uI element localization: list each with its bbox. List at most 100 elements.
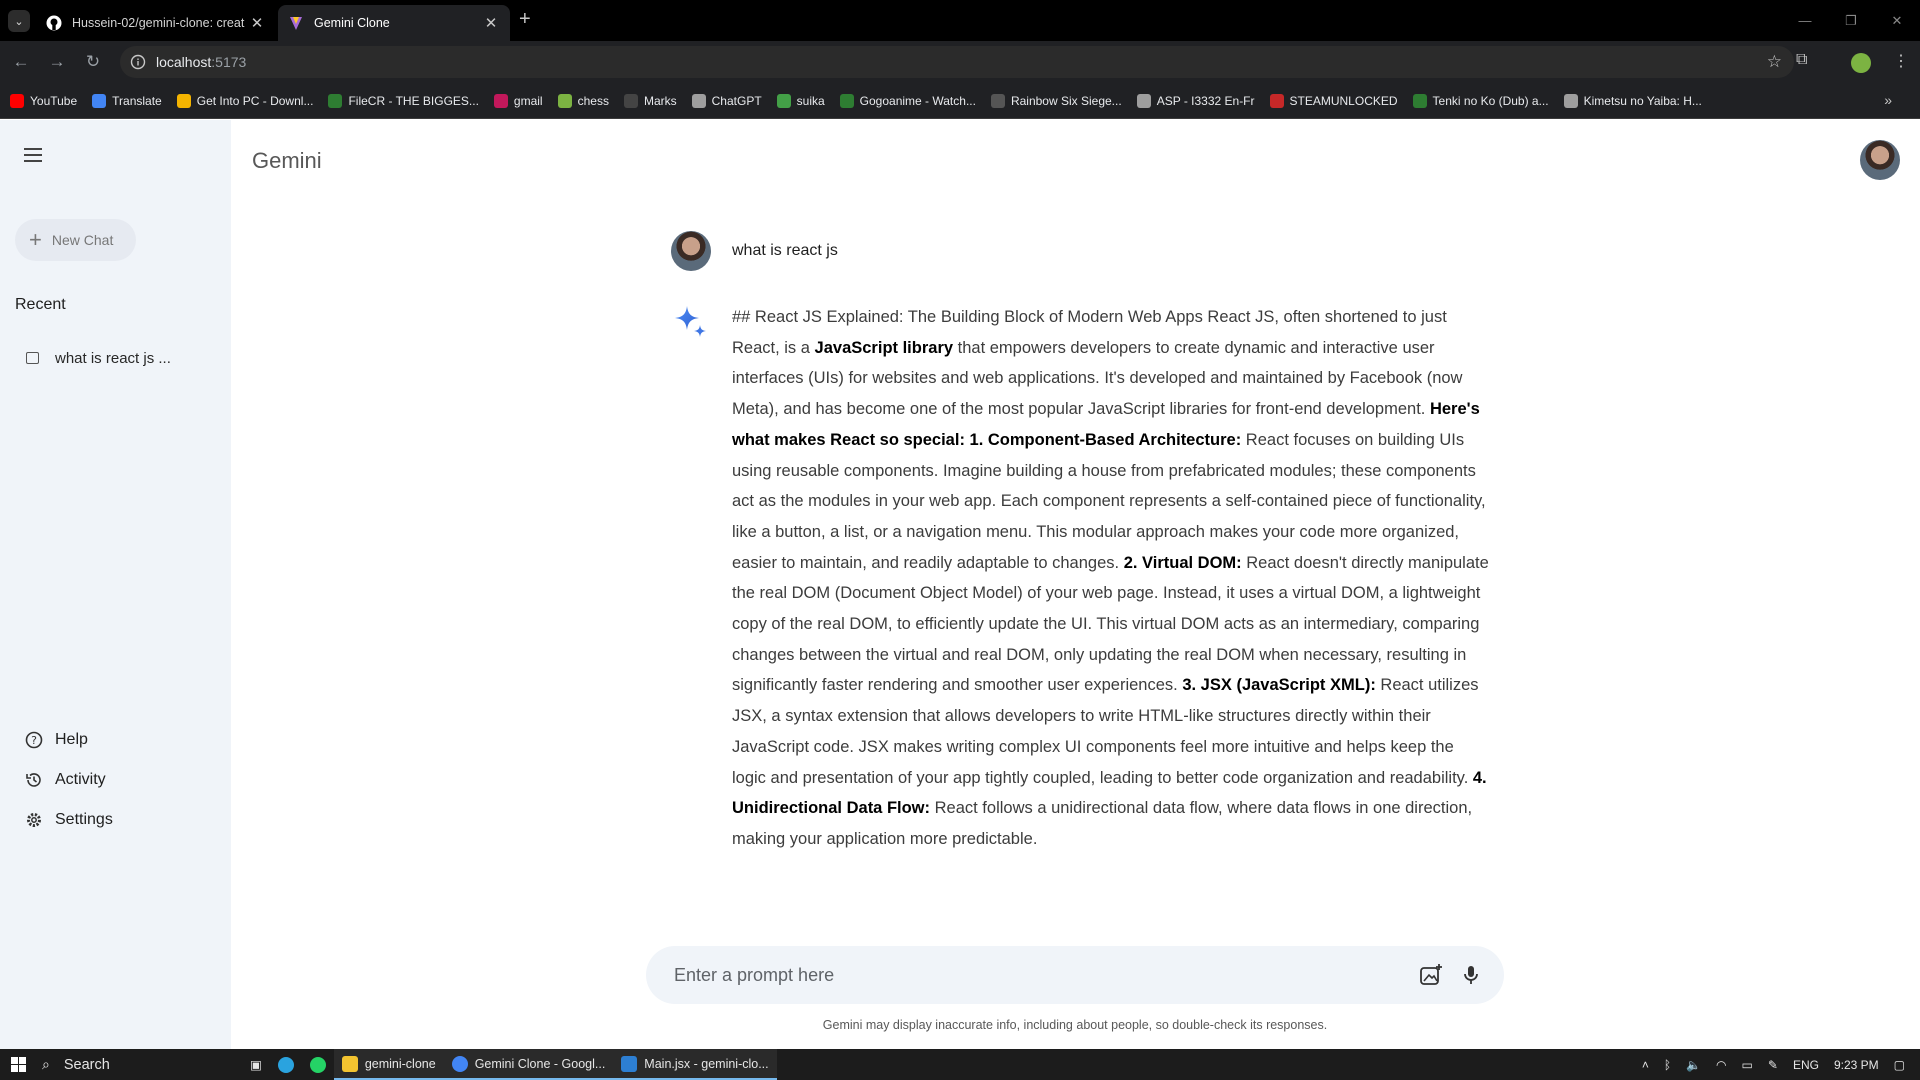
bookmark-label: ASP - I3332 En-Fr	[1156, 93, 1255, 108]
avatar	[671, 231, 711, 271]
close-icon[interactable]: ✕	[248, 14, 266, 32]
pen-icon[interactable]: ✎	[1768, 1058, 1778, 1072]
bookmark-item[interactable]: YouTube	[10, 93, 78, 108]
chevron-up-icon[interactable]: ˄	[1642, 1058, 1649, 1072]
response-bold-text: JavaScript library	[814, 338, 954, 357]
bookmark-star-icon[interactable]: ☆	[1767, 52, 1782, 72]
bookmark-item[interactable]: suika	[776, 93, 825, 108]
bookmark-favicon-icon	[776, 93, 791, 108]
close-icon[interactable]: ✕	[482, 14, 500, 32]
gemini-response: ## React JS Explained: The Building Bloc…	[671, 302, 1491, 855]
bookmark-favicon-icon	[1412, 93, 1427, 108]
bookmark-label: Get Into PC - Downl...	[196, 93, 314, 108]
user-prompt-text: what is react js	[732, 242, 838, 259]
bookmark-favicon-icon	[10, 93, 24, 108]
prompt-bar	[646, 946, 1504, 1004]
bluetooth-icon[interactable]: ᛒ	[1664, 1058, 1671, 1072]
new-chat-button[interactable]: + New Chat	[15, 219, 136, 261]
bookmark-item[interactable]: Gogoanime - Watch...	[839, 93, 976, 108]
activity-label: Activity	[55, 771, 106, 788]
user-avatar[interactable]	[1860, 140, 1900, 180]
taskbar-app-explorer[interactable]: gemini-clone	[333, 1049, 444, 1080]
help-button[interactable]: ? Help	[25, 724, 215, 756]
recent-entry[interactable]: what is react js ...	[15, 340, 215, 376]
bookmark-item[interactable]: STEAMUNLOCKED	[1269, 93, 1398, 108]
main-panel: Gemini what is react js ## React JS Expl…	[231, 120, 1920, 1049]
bookmark-item[interactable]: chess	[557, 93, 609, 108]
bookmark-favicon-icon	[92, 93, 107, 108]
bookmark-favicon-icon	[1136, 93, 1151, 108]
clock[interactable]: 9:23 PM	[1834, 1058, 1879, 1072]
image-upload-icon[interactable]	[1418, 962, 1444, 988]
more-bookmarks-icon[interactable]: »	[1884, 92, 1892, 108]
chrome-icon	[451, 1055, 468, 1072]
bookmark-favicon-icon	[1269, 93, 1284, 108]
new-chat-label: New Chat	[51, 232, 114, 248]
language-indicator[interactable]: ENG	[1793, 1058, 1819, 1072]
bookmark-favicon-icon	[328, 93, 343, 108]
github-icon	[46, 15, 62, 31]
menu-icon[interactable]	[24, 148, 46, 164]
back-icon[interactable]: ←	[10, 51, 32, 73]
taskbar-app-vscode[interactable]: Main.jsx - gemini-clo...	[613, 1049, 777, 1080]
bookmark-label: YouTube	[30, 93, 78, 108]
bookmark-label: Marks	[643, 93, 677, 108]
telegram-icon[interactable]	[270, 1049, 302, 1080]
bookmark-item[interactable]: Tenki no Ko (Dub) a...	[1412, 93, 1549, 108]
windows-start-icon[interactable]	[0, 1049, 36, 1080]
site-info-icon[interactable]	[130, 54, 146, 70]
bookmark-item[interactable]: Kimetsu no Yaiba: H...	[1563, 93, 1702, 108]
search-icon: ⌕	[42, 1056, 50, 1072]
reload-icon[interactable]: ↻	[82, 51, 104, 73]
minimize-icon[interactable]: —	[1782, 0, 1828, 41]
gemini-app: + New Chat Recent what is react js ... ?…	[0, 120, 1920, 1049]
chat-result: what is react js ## React JS Explained: …	[671, 230, 1491, 856]
bookmark-item[interactable]: ChatGPT	[691, 93, 762, 108]
svg-text:?: ?	[31, 734, 37, 747]
taskbar-app-chrome[interactable]: Gemini Clone - Googl...	[443, 1049, 614, 1080]
history-icon	[25, 771, 43, 789]
bookmark-item[interactable]: gmail	[493, 93, 543, 108]
bookmark-label: chess	[577, 93, 609, 108]
forward-icon[interactable]: →	[46, 51, 68, 73]
bookmark-item[interactable]: ASP - I3332 En-Fr	[1136, 93, 1255, 108]
prompt-input[interactable]	[674, 964, 1404, 986]
bookmark-favicon-icon	[623, 93, 638, 108]
battery-icon[interactable]: ▭	[1742, 1058, 1753, 1072]
url-text: localhost:5173	[156, 54, 247, 70]
bookmark-label: suika	[796, 93, 825, 108]
windows-taskbar: ⌕ Search ▣ gemini-clone Gemini Clone - G…	[0, 1049, 1920, 1080]
notifications-icon[interactable]: ▢	[1894, 1058, 1905, 1072]
tab-title: Hussein-02/gemini-clone: creat	[72, 16, 245, 30]
activity-button[interactable]: Activity	[25, 764, 215, 796]
tab-gemini-clone[interactable]: Gemini Clone ✕	[278, 5, 510, 41]
taskbar-search[interactable]: ⌕ Search	[42, 1056, 242, 1073]
bookmark-item[interactable]: Translate	[92, 93, 162, 108]
browser-toolbar: ← → ↻ localhost:5173 ☆ ⧉ ⋮	[0, 41, 1920, 83]
bookmark-favicon-icon	[1563, 93, 1578, 108]
bookmark-item[interactable]: FileCR - THE BIGGES...	[328, 93, 479, 108]
vscode-icon	[621, 1055, 638, 1072]
bookmark-item[interactable]: Get Into PC - Downl...	[176, 93, 314, 108]
whatsapp-icon[interactable]	[302, 1049, 334, 1080]
close-window-icon[interactable]: ✕	[1874, 0, 1920, 41]
profile-avatar[interactable]	[1851, 53, 1871, 73]
volume-icon[interactable]: 🔈	[1686, 1058, 1701, 1072]
more-menu-icon[interactable]: ⋮	[1893, 51, 1909, 71]
tab-search-button[interactable]: ⌄	[8, 10, 30, 32]
settings-button[interactable]: Settings	[25, 804, 215, 836]
tab-title: Gemini Clone	[314, 16, 390, 30]
extensions-icon[interactable]: ⧉	[1796, 51, 1807, 69]
gemini-favicon-icon	[288, 15, 304, 31]
new-tab-button[interactable]: +	[519, 8, 531, 31]
address-bar[interactable]: localhost:5173 ☆	[120, 46, 1794, 78]
microphone-icon[interactable]	[1458, 962, 1484, 988]
tab-github[interactable]: Hussein-02/gemini-clone: creat ✕	[36, 5, 276, 41]
restore-icon[interactable]: ❐	[1828, 0, 1874, 41]
bookmark-item[interactable]: Rainbow Six Siege...	[990, 93, 1122, 108]
wifi-icon[interactable]: ◠	[1716, 1058, 1726, 1072]
task-view-icon[interactable]: ▣	[242, 1049, 270, 1080]
response-text: ## React JS Explained: The Building Bloc…	[732, 302, 1491, 855]
response-bold-text: 3. JSX (JavaScript XML):	[1182, 676, 1376, 695]
bookmark-item[interactable]: Marks	[623, 93, 677, 108]
